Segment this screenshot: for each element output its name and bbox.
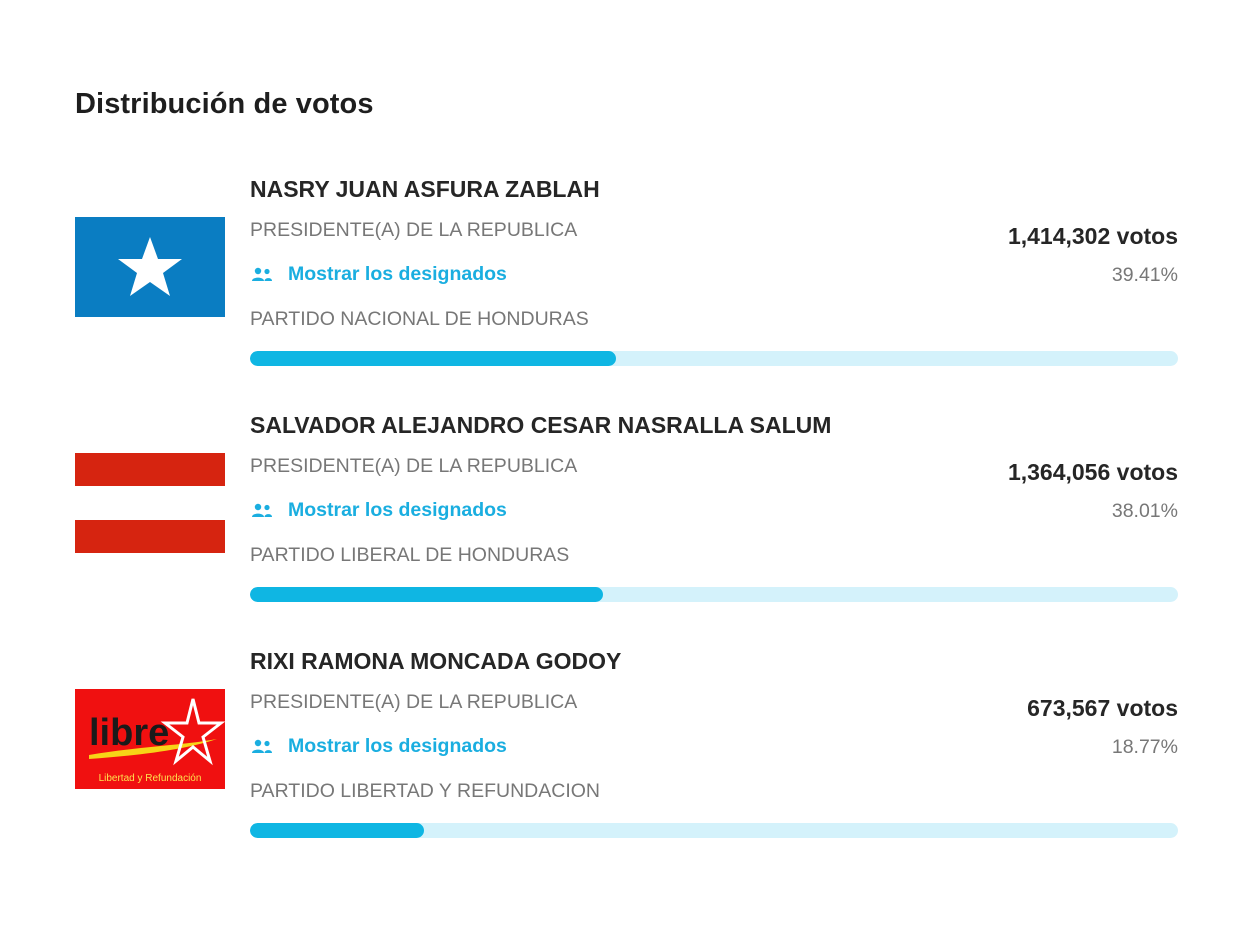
people-icon <box>252 739 272 753</box>
candidate-name: SALVADOR ALEJANDRO CESAR NASRALLA SALUM <box>250 412 832 438</box>
vote-progress-fill <box>250 823 425 838</box>
flag-stripe-top <box>75 453 225 486</box>
vote-percentage: 38.01% <box>1111 500 1178 522</box>
party-name: PARTIDO NACIONAL DE HONDURAS <box>250 308 589 330</box>
vote-progress-bar <box>250 351 1178 366</box>
candidate-card: SALVADOR ALEJANDRO CESAR NASRALLA SALUM … <box>0 412 1260 622</box>
vote-progress-fill <box>250 351 616 366</box>
candidate-position: PRESIDENTE(A) DE LA REPUBLICA <box>250 691 578 713</box>
vote-count: 1,364,056 votos <box>1007 459 1178 485</box>
candidate-name: NASRY JUAN ASFURA ZABLAH <box>250 176 600 202</box>
people-icon <box>252 503 272 517</box>
partido-liberal-logo <box>75 453 225 553</box>
vote-percentage: 18.77% <box>1111 736 1178 758</box>
vote-progress-bar <box>250 823 1178 838</box>
show-designados-link[interactable]: Mostrar los designados <box>250 735 507 758</box>
flag-stripe-bottom <box>75 520 225 553</box>
star-icon <box>118 237 182 296</box>
party-name: PARTIDO LIBERAL DE HONDURAS <box>250 544 570 566</box>
people-icon <box>252 267 272 281</box>
partido-libre-logo: libre Libertad y Refundación <box>75 689 225 789</box>
show-designados-link[interactable]: Mostrar los designados <box>250 263 507 286</box>
vote-count: 673,567 votos <box>1027 695 1178 721</box>
show-designados-label: Mostrar los designados <box>288 735 507 757</box>
candidate-position: PRESIDENTE(A) DE LA REPUBLICA <box>250 219 578 241</box>
candidate-position: PRESIDENTE(A) DE LA REPUBLICA <box>250 455 578 477</box>
page-title: Distribución de votos <box>75 88 374 120</box>
show-designados-label: Mostrar los designados <box>288 263 507 285</box>
party-name: PARTIDO LIBERTAD Y REFUNDACION <box>250 780 600 802</box>
candidate-card: NASRY JUAN ASFURA ZABLAH PRESIDENTE(A) D… <box>0 176 1260 386</box>
vote-progress-bar <box>250 587 1178 602</box>
candidate-card: libre Libertad y Refundación RIXI RAMONA… <box>0 648 1260 858</box>
vote-percentage: 39.41% <box>1111 264 1178 286</box>
partido-nacional-logo <box>75 217 225 317</box>
show-designados-label: Mostrar los designados <box>288 499 507 521</box>
candidate-name: RIXI RAMONA MONCADA GODOY <box>250 648 622 674</box>
svg-text:Libertad y Refundación: Libertad y Refundación <box>99 773 202 784</box>
vote-progress-fill <box>250 587 603 602</box>
libre-logo-graphic: libre Libertad y Refundación <box>89 698 225 784</box>
vote-count: 1,414,302 votos <box>1007 223 1178 249</box>
svg-text:libre: libre <box>89 712 169 754</box>
show-designados-link[interactable]: Mostrar los designados <box>250 499 507 522</box>
